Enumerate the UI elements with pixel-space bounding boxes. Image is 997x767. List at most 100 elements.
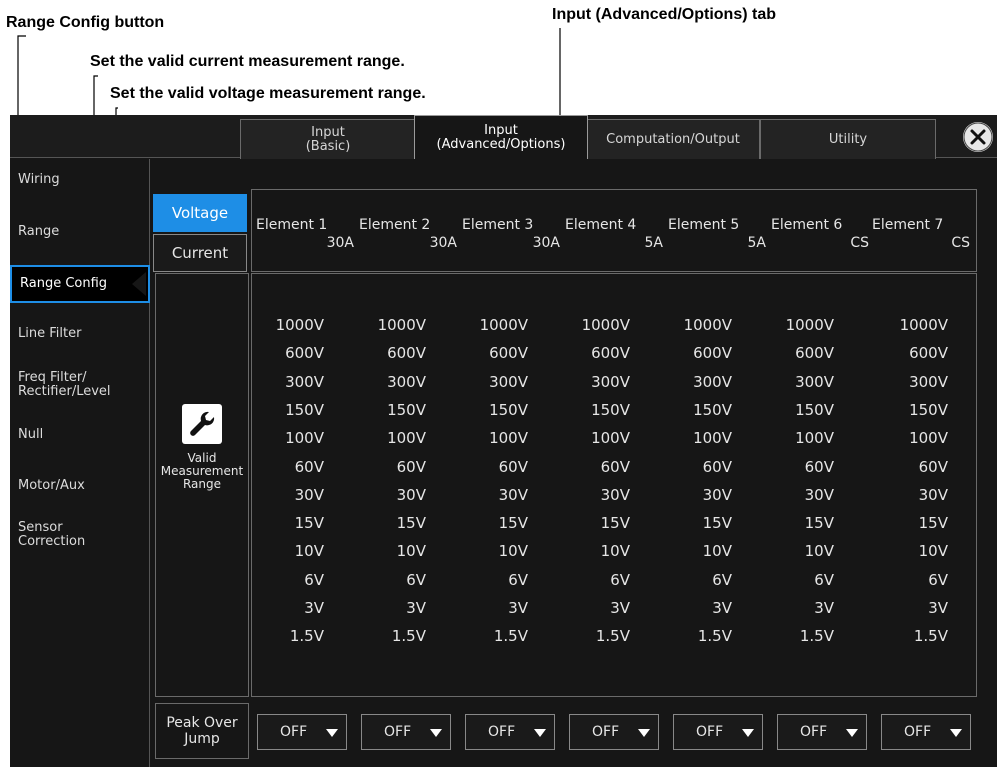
range-cell[interactable]: 10V	[346, 542, 426, 560]
range-cell[interactable]: 1.5V	[448, 627, 528, 645]
range-cell[interactable]: 100V	[550, 429, 630, 447]
range-cell[interactable]: 100V	[244, 429, 324, 447]
sidebar-item-freq-filter[interactable]: Freq Filter/ Rectifier/Level	[10, 365, 150, 405]
peak-over-jump-dropdown-6[interactable]: OFF	[777, 714, 867, 750]
range-cell[interactable]: 30V	[754, 486, 834, 504]
range-cell[interactable]: 300V	[754, 373, 834, 391]
range-cell[interactable]: 6V	[652, 571, 732, 589]
range-cell[interactable]: 300V	[550, 373, 630, 391]
range-cell[interactable]: 3V	[244, 599, 324, 617]
range-cell[interactable]: 300V	[652, 373, 732, 391]
current-button[interactable]: Current	[153, 234, 247, 272]
range-cell[interactable]: 1.5V	[244, 627, 324, 645]
range-cell[interactable]: 15V	[754, 514, 834, 532]
range-cell[interactable]: 60V	[652, 458, 732, 476]
range-cell[interactable]: 1000V	[550, 316, 630, 334]
range-cell[interactable]: 30V	[652, 486, 732, 504]
range-cell[interactable]: 3V	[448, 599, 528, 617]
sidebar-item-wiring[interactable]: Wiring	[10, 163, 150, 197]
peak-over-jump-dropdown-1[interactable]: OFF	[257, 714, 347, 750]
range-cell[interactable]: 100V	[448, 429, 528, 447]
range-cell[interactable]: 3V	[868, 599, 948, 617]
range-cell[interactable]: 150V	[652, 401, 732, 419]
range-cell[interactable]: 3V	[550, 599, 630, 617]
tab-utility[interactable]: Utility	[760, 119, 936, 159]
range-cell[interactable]: 300V	[868, 373, 948, 391]
range-cell[interactable]: 600V	[448, 344, 528, 362]
range-cell[interactable]: 10V	[550, 542, 630, 560]
range-cell[interactable]: 60V	[868, 458, 948, 476]
tab-input-basic[interactable]: Input (Basic)	[240, 119, 416, 159]
close-button[interactable]	[963, 122, 993, 152]
range-cell[interactable]: 60V	[448, 458, 528, 476]
sidebar-item-range[interactable]: Range	[10, 214, 150, 250]
range-cell[interactable]: 30V	[868, 486, 948, 504]
range-cell[interactable]: 6V	[244, 571, 324, 589]
range-cell[interactable]: 10V	[448, 542, 528, 560]
range-cell[interactable]: 3V	[754, 599, 834, 617]
range-cell[interactable]: 1.5V	[346, 627, 426, 645]
range-cell[interactable]: 3V	[346, 599, 426, 617]
range-cell[interactable]: 6V	[754, 571, 834, 589]
range-cell[interactable]: 600V	[868, 344, 948, 362]
range-cell[interactable]: 100V	[652, 429, 732, 447]
range-cell[interactable]: 15V	[652, 514, 732, 532]
range-cell[interactable]: 1.5V	[868, 627, 948, 645]
tab-input-advanced-options[interactable]: Input (Advanced/Options)	[414, 115, 588, 159]
range-cell[interactable]: 6V	[448, 571, 528, 589]
range-cell[interactable]: 6V	[868, 571, 948, 589]
range-cell[interactable]: 60V	[244, 458, 324, 476]
peak-over-jump-dropdown-4[interactable]: OFF	[569, 714, 659, 750]
range-cell[interactable]: 1.5V	[754, 627, 834, 645]
range-cell[interactable]: 10V	[754, 542, 834, 560]
range-cell[interactable]: 600V	[550, 344, 630, 362]
range-cell[interactable]: 1.5V	[652, 627, 732, 645]
range-cell[interactable]: 150V	[346, 401, 426, 419]
range-cell[interactable]: 6V	[346, 571, 426, 589]
range-cell[interactable]: 30V	[448, 486, 528, 504]
range-cell[interactable]: 600V	[652, 344, 732, 362]
range-cell[interactable]: 15V	[448, 514, 528, 532]
range-cell[interactable]: 1.5V	[550, 627, 630, 645]
range-cell[interactable]: 6V	[550, 571, 630, 589]
range-cell[interactable]: 15V	[550, 514, 630, 532]
range-cell[interactable]: 100V	[346, 429, 426, 447]
range-cell[interactable]: 100V	[754, 429, 834, 447]
range-cell[interactable]: 30V	[244, 486, 324, 504]
range-cell[interactable]: 600V	[754, 344, 834, 362]
range-cell[interactable]: 150V	[868, 401, 948, 419]
range-cell[interactable]: 10V	[652, 542, 732, 560]
sidebar-item-null[interactable]: Null	[10, 417, 150, 453]
range-cell[interactable]: 15V	[868, 514, 948, 532]
range-cell[interactable]: 1000V	[244, 316, 324, 334]
peak-over-jump-dropdown-2[interactable]: OFF	[361, 714, 451, 750]
sidebar-item-sensor-correction[interactable]: Sensor Correction	[10, 515, 150, 555]
range-cell[interactable]: 100V	[868, 429, 948, 447]
range-cell[interactable]: 1000V	[754, 316, 834, 334]
range-cell[interactable]: 30V	[346, 486, 426, 504]
range-cell[interactable]: 60V	[754, 458, 834, 476]
range-cell[interactable]: 3V	[652, 599, 732, 617]
range-cell[interactable]: 1000V	[448, 316, 528, 334]
voltage-button[interactable]: Voltage	[153, 194, 247, 232]
range-cell[interactable]: 600V	[244, 344, 324, 362]
range-cell[interactable]: 1000V	[868, 316, 948, 334]
peak-over-jump-dropdown-5[interactable]: OFF	[673, 714, 763, 750]
range-cell[interactable]: 150V	[244, 401, 324, 419]
range-cell[interactable]: 15V	[346, 514, 426, 532]
range-cell[interactable]: 300V	[346, 373, 426, 391]
range-cell[interactable]: 60V	[346, 458, 426, 476]
range-cell[interactable]: 1000V	[346, 316, 426, 334]
sidebar-item-line-filter[interactable]: Line Filter	[10, 316, 150, 352]
range-cell[interactable]: 150V	[448, 401, 528, 419]
peak-over-jump-dropdown-7[interactable]: OFF	[881, 714, 971, 750]
range-cell[interactable]: 15V	[244, 514, 324, 532]
range-cell[interactable]: 150V	[550, 401, 630, 419]
range-cell[interactable]: 30V	[550, 486, 630, 504]
tab-computation-output[interactable]: Computation/Output	[586, 119, 760, 159]
valid-range-button[interactable]	[182, 404, 222, 444]
range-cell[interactable]: 10V	[244, 542, 324, 560]
sidebar-item-range-config[interactable]: Range Config	[10, 265, 150, 303]
range-cell[interactable]: 150V	[754, 401, 834, 419]
range-cell[interactable]: 60V	[550, 458, 630, 476]
